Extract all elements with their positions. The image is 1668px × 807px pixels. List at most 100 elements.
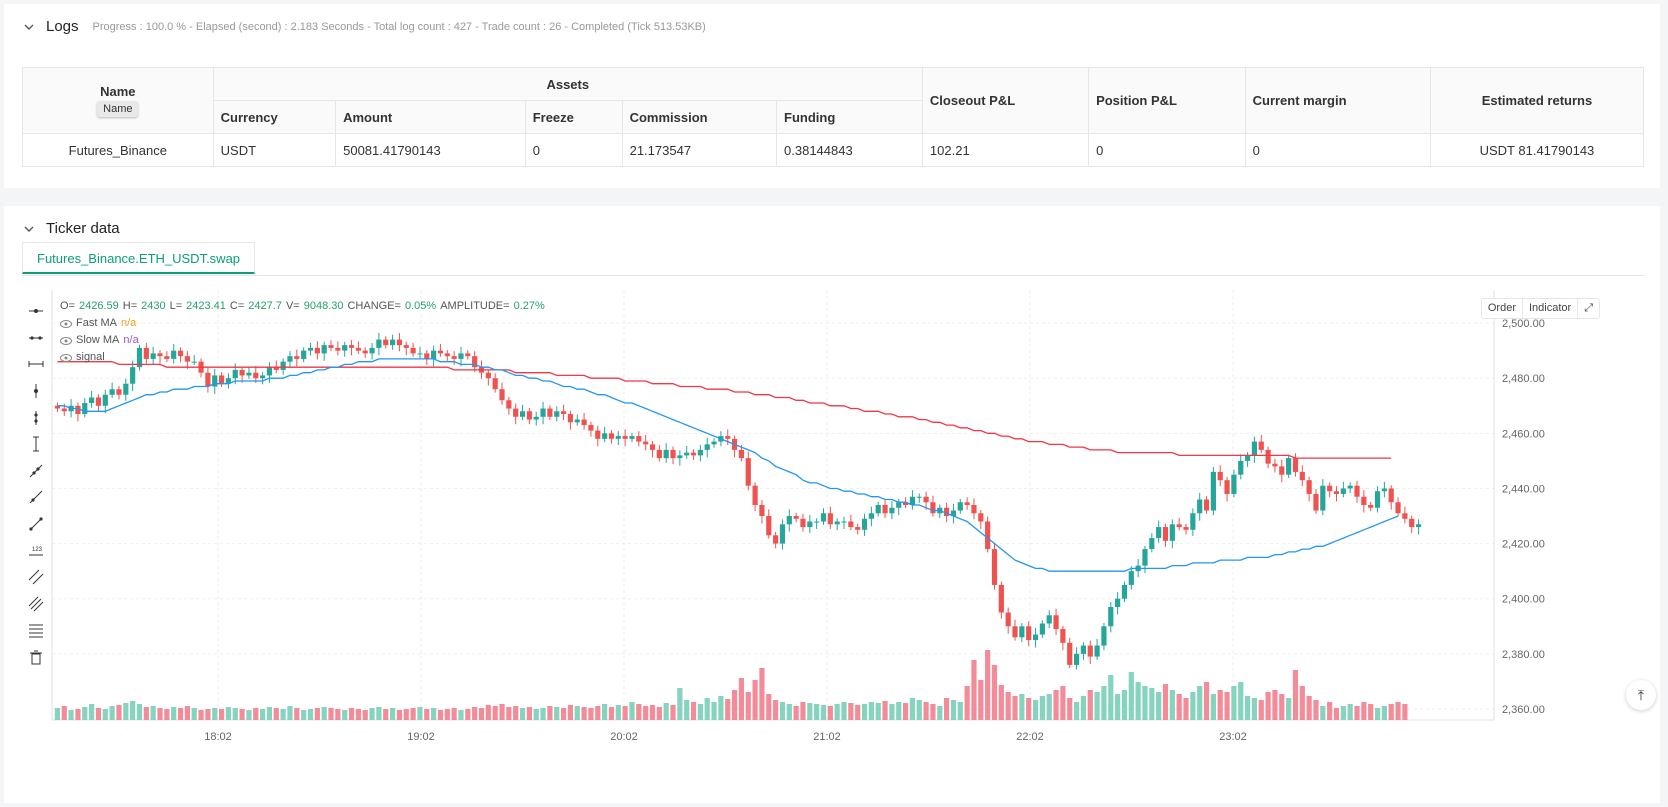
volume-bar (184, 706, 190, 720)
volume-bar (389, 708, 396, 720)
candle (1395, 502, 1401, 514)
tab-eth-usdt-swap[interactable]: Futures_Binance.ETH_USDT.swap (22, 242, 256, 274)
x-tick-label: 19:02 (407, 731, 435, 743)
eye-icon[interactable] (60, 353, 72, 362)
volume-bar (950, 700, 957, 720)
legend-slow-ma[interactable]: Slow MA n/a (60, 332, 545, 349)
closeout-pl-header: Closeout P&L (921, 67, 1090, 134)
volume-bar (971, 660, 977, 720)
volume-bar (424, 709, 430, 720)
chevron-down-icon[interactable] (22, 20, 36, 34)
name-header: Name Name (22, 67, 214, 134)
price-label-icon[interactable]: 123 (24, 537, 48, 564)
legend-fast-ma[interactable]: Fast MA n/a (60, 315, 545, 332)
segment-line-icon[interactable] (24, 511, 48, 538)
fullscreen-icon[interactable]: ⤢ (1578, 299, 1599, 318)
candle (697, 449, 703, 456)
candle (1327, 485, 1333, 492)
volume-bar (1402, 704, 1408, 720)
y-tick-label: 2,360.00 (1502, 704, 1545, 716)
order-button[interactable]: Order (1482, 299, 1523, 318)
horizontal-line-icon[interactable] (24, 325, 48, 352)
candle (1080, 645, 1087, 654)
candle (725, 436, 731, 439)
volume-bar (861, 704, 868, 720)
vertical-segment-icon[interactable] (24, 431, 48, 458)
volume-bar (841, 702, 847, 720)
candle (1299, 471, 1305, 481)
volume-bar (1073, 702, 1080, 720)
volume-bar (89, 704, 95, 720)
candle (738, 449, 745, 459)
candle (991, 549, 998, 585)
eye-icon[interactable] (60, 319, 72, 328)
logs-header[interactable]: Logs Progress : 100.0 % - Elapsed (secon… (22, 18, 706, 35)
candle (588, 425, 594, 431)
y-tick-label: 2,400.00 (1502, 594, 1545, 606)
volume-bar (383, 709, 389, 720)
volume-bar (985, 650, 991, 720)
candle (1005, 612, 1011, 627)
volume-bar (1149, 688, 1155, 720)
scroll-to-top-icon[interactable]: ⤒ (1626, 680, 1656, 710)
volume-bar (1190, 692, 1196, 720)
candle (1046, 615, 1052, 624)
candle (1094, 645, 1100, 657)
volume-bar (752, 680, 758, 720)
parallel-channel-icon[interactable] (24, 564, 48, 591)
chevron-down-icon[interactable] (22, 222, 36, 236)
indicator-button[interactable]: Indicator (1523, 299, 1579, 318)
volume-bar (1286, 698, 1292, 720)
volume-bar (615, 705, 621, 720)
fibonacci-icon[interactable] (24, 617, 48, 644)
volume-bar (1231, 686, 1237, 720)
candle (1026, 626, 1032, 641)
volume-bar (260, 709, 266, 720)
volume-bar (143, 707, 149, 720)
volume-bar (403, 709, 409, 720)
eye-icon[interactable] (60, 336, 72, 345)
candle (773, 535, 779, 544)
candle (1101, 626, 1107, 646)
candle (752, 485, 758, 505)
candle (629, 436, 635, 439)
drawing-toolbar: 123 (24, 298, 48, 670)
volume-bar (540, 708, 546, 720)
horizontal-ray-icon[interactable] (24, 298, 48, 325)
price-channel-icon[interactable] (24, 591, 48, 618)
volume-bar (1080, 696, 1087, 720)
trend-line-icon[interactable] (24, 458, 48, 485)
trash-icon[interactable] (24, 644, 48, 671)
candle (1156, 527, 1162, 539)
volume-bar (725, 699, 731, 720)
ray-line-icon[interactable] (24, 484, 48, 511)
chart-area[interactable]: 2,500.00 2,480.00 2,460.00 2,440.00 2,420.00… (18, 290, 1658, 770)
legend-signal[interactable]: signal (60, 349, 545, 366)
chart-legend: O= 2426.59 H= 2430 L= 2423.41 C= 2427.7 V= 90… (60, 298, 545, 366)
volume-bar (61, 706, 67, 720)
vertical-ray-icon[interactable] (24, 378, 48, 405)
candle (1231, 474, 1237, 494)
volume-bar (1032, 700, 1039, 720)
candle (998, 584, 1004, 613)
volume-bar (191, 708, 197, 720)
candle (1224, 480, 1230, 494)
candle (896, 502, 902, 508)
horizontal-segment-icon[interactable] (24, 351, 48, 378)
y-tick-label: 2,440.00 (1502, 483, 1545, 495)
volume-bar (547, 706, 553, 720)
candle (506, 400, 512, 409)
currency-header: Currency (212, 100, 337, 134)
candle (827, 513, 833, 525)
volume-bar (834, 704, 840, 720)
chart-buttons: Order Indicator ⤢ (1480, 298, 1600, 319)
volume-bar (814, 704, 820, 720)
candle (1272, 463, 1278, 467)
volume-bar (677, 688, 683, 720)
vertical-line-icon[interactable] (24, 404, 48, 431)
cell-current-margin: 0 (1244, 133, 1431, 167)
volume-bar (1258, 700, 1264, 720)
volume-bar (396, 710, 403, 720)
cell-position-pl: 0 (1088, 133, 1246, 167)
ticker-header[interactable]: Ticker data (22, 220, 120, 237)
